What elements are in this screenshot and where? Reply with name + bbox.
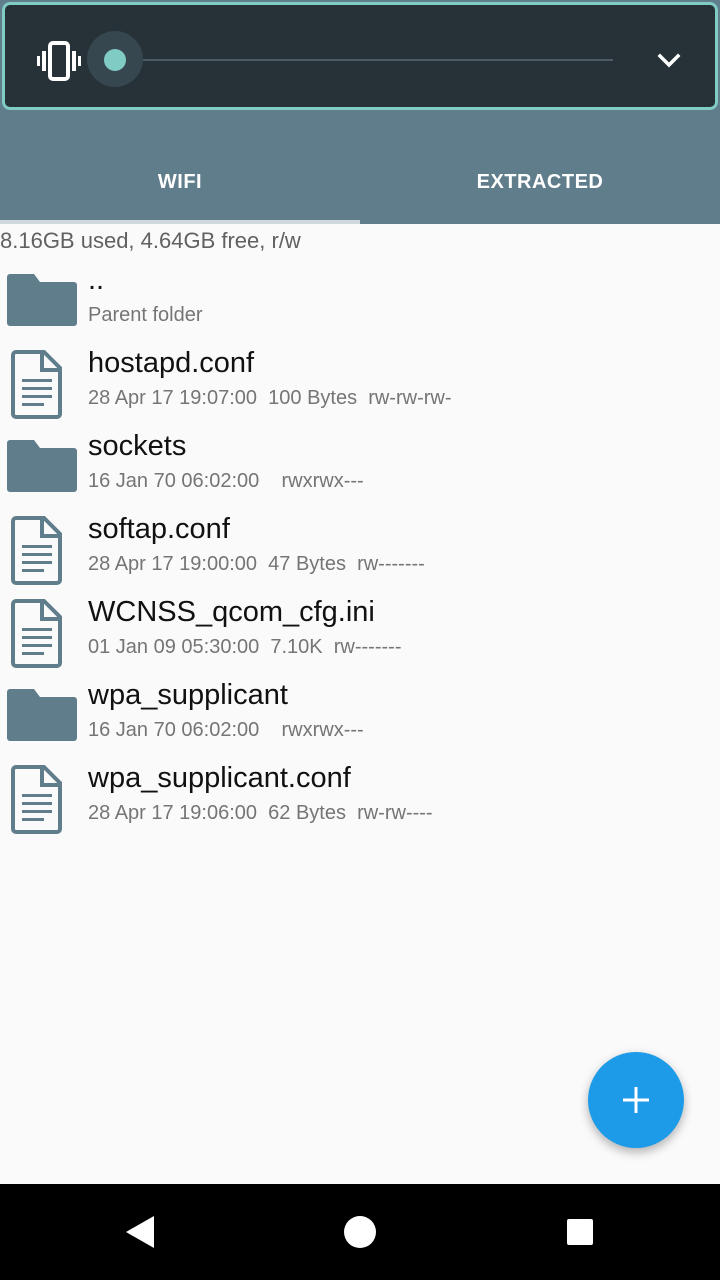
file-name: .. [88, 264, 105, 296]
slider-thumb[interactable] [104, 49, 126, 71]
document-icon [2, 764, 74, 834]
file-list-item[interactable]: WCNSS_qcom_cfg.ini 01 Jan 09 05:30:00 7.1… [0, 594, 720, 677]
tab-bar: WIFI EXTRACTED [0, 140, 720, 224]
plus-icon [623, 1087, 649, 1113]
file-name: wpa_supplicant [88, 679, 288, 711]
folder-icon [6, 685, 78, 745]
file-list-item[interactable]: hostapd.conf 28 Apr 17 19:07:00 100 Bytes… [0, 345, 720, 428]
back-icon [126, 1216, 154, 1248]
file-name: softap.conf [88, 513, 230, 545]
tab-indicator [0, 220, 360, 224]
tab-extracted[interactable]: EXTRACTED [360, 140, 720, 224]
screen: WIFI EXTRACTED 8.16GB used, 4.64GB free,… [0, 0, 720, 1280]
file-list-item[interactable]: softap.conf 28 Apr 17 19:00:00 47 Bytes r… [0, 511, 720, 594]
file-details: 16 Jan 70 06:02:00 rwxrwx--- [88, 719, 364, 741]
chevron-down-icon[interactable] [653, 47, 685, 75]
navigation-bar [0, 1184, 720, 1280]
tab-wifi-label: WIFI [157, 170, 203, 193]
document-icon [2, 598, 74, 668]
storage-info: 8.16GB used, 4.64GB free, r/w [0, 228, 301, 253]
file-name: wpa_supplicant.conf [88, 762, 351, 794]
add-button[interactable] [588, 1052, 684, 1148]
tab-extracted-label: EXTRACTED [476, 170, 604, 193]
document-icon [2, 515, 74, 585]
recents-icon [567, 1219, 593, 1245]
file-list: .. Parent folder hostapd.conf 28 Apr 17 19:… [0, 262, 720, 843]
parent-folder-row[interactable]: .. Parent folder [0, 262, 720, 345]
file-details: Parent folder [88, 304, 203, 326]
folder-icon [6, 270, 78, 330]
file-details: 28 Apr 17 19:00:00 47 Bytes rw------- [88, 553, 425, 575]
file-name: sockets [88, 430, 187, 462]
file-list-item[interactable]: wpa_supplicant.conf 28 Apr 17 19:06:00 62… [0, 760, 720, 843]
volume-slider[interactable] [87, 31, 613, 87]
recents-button[interactable] [532, 1184, 628, 1280]
file-name: WCNSS_qcom_cfg.ini [88, 596, 375, 628]
volume-panel [2, 2, 718, 110]
file-list-item[interactable]: wpa_supplicant 16 Jan 70 06:02:00 rwxrwx-… [0, 677, 720, 760]
slider-track [115, 59, 613, 61]
home-button[interactable] [312, 1184, 408, 1280]
file-details: 16 Jan 70 06:02:00 rwxrwx--- [88, 470, 364, 492]
file-name: hostapd.conf [88, 347, 255, 379]
file-details: 28 Apr 17 19:07:00 100 Bytes rw-rw-rw- [88, 387, 452, 409]
folder-icon [6, 436, 78, 496]
file-details: 28 Apr 17 19:06:00 62 Bytes rw-rw---- [88, 802, 433, 824]
file-details: 01 Jan 09 05:30:00 7.10K rw------- [88, 636, 402, 658]
home-icon [344, 1216, 376, 1248]
vibrate-icon[interactable] [37, 41, 81, 81]
file-list-item[interactable]: sockets 16 Jan 70 06:02:00 rwxrwx--- [0, 428, 720, 511]
document-icon [2, 349, 74, 419]
back-button[interactable] [92, 1184, 188, 1280]
tab-wifi[interactable]: WIFI [0, 140, 360, 224]
